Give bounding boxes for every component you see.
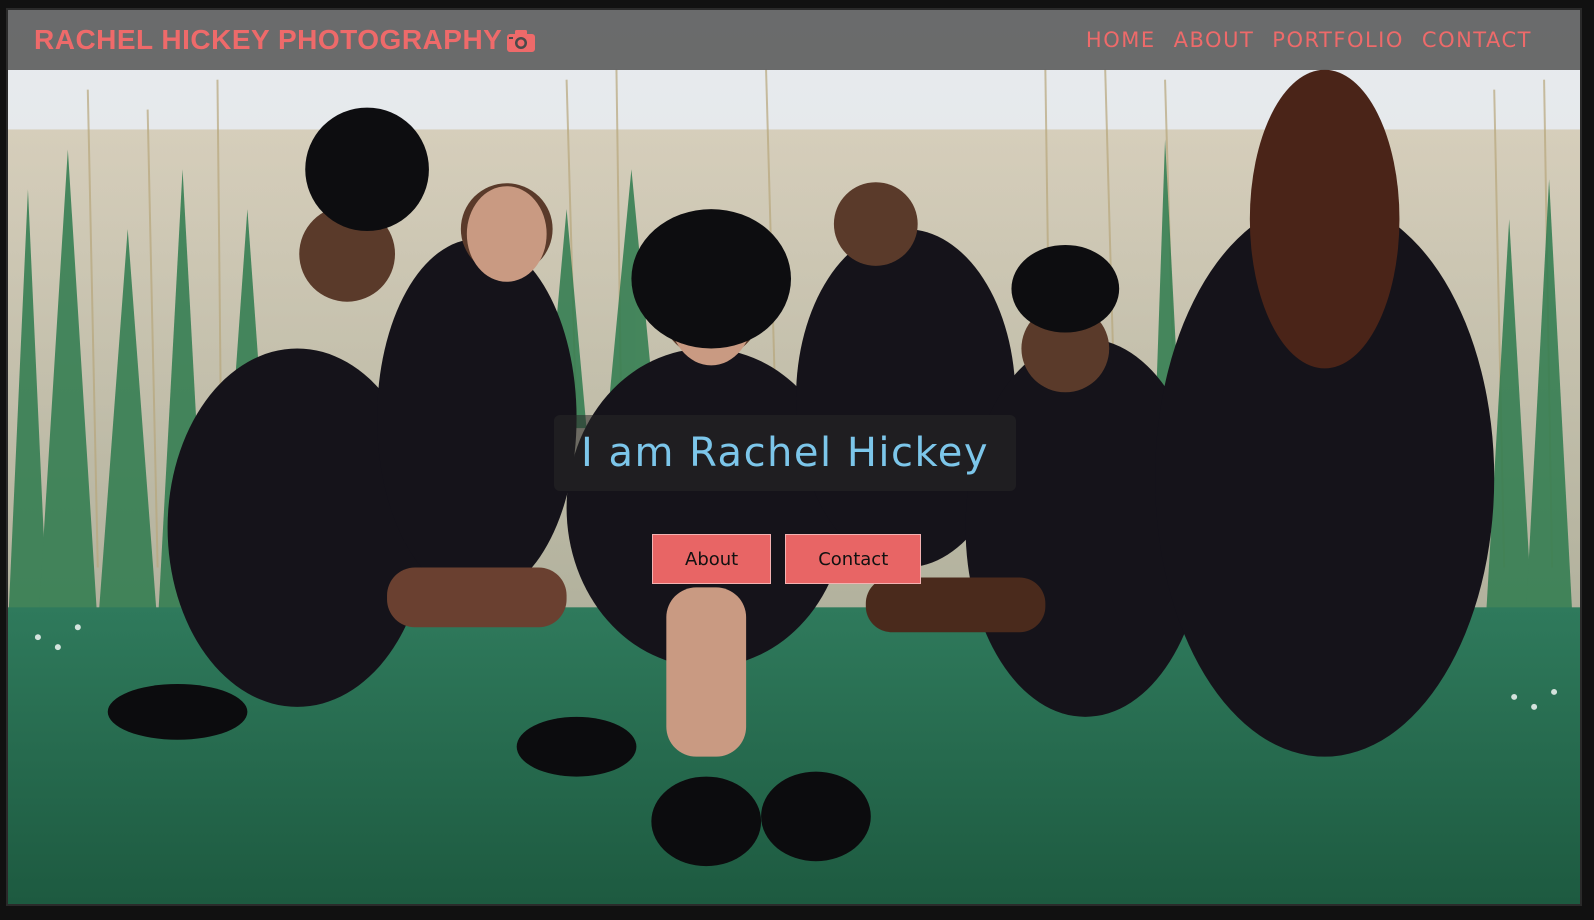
site-logo[interactable]: RACHEL HICKEY PHOTOGRAPHY	[34, 24, 536, 56]
top-navbar: RACHEL HICKEY PHOTOGRAPHY HOME ABOUT POR…	[8, 10, 1580, 70]
camera-icon	[506, 28, 536, 52]
hero-headline: I am Rachel Hickey	[580, 430, 990, 476]
hero-cta-group: About Contact	[652, 534, 922, 584]
main-nav: HOME ABOUT PORTFOLIO CONTACT	[1086, 28, 1532, 52]
page-frame: RACHEL HICKEY PHOTOGRAPHY HOME ABOUT POR…	[6, 8, 1582, 906]
nav-portfolio-link[interactable]: PORTFOLIO	[1272, 28, 1404, 52]
brand-name: RACHEL HICKEY PHOTOGRAPHY	[34, 24, 503, 55]
nav-home-link[interactable]: HOME	[1086, 28, 1156, 52]
nav-about-link[interactable]: ABOUT	[1174, 28, 1255, 52]
hero-headline-box: I am Rachel Hickey	[554, 415, 1016, 491]
contact-button[interactable]: Contact	[785, 534, 922, 584]
about-button[interactable]: About	[652, 534, 772, 584]
nav-contact-link[interactable]: CONTACT	[1422, 28, 1532, 52]
